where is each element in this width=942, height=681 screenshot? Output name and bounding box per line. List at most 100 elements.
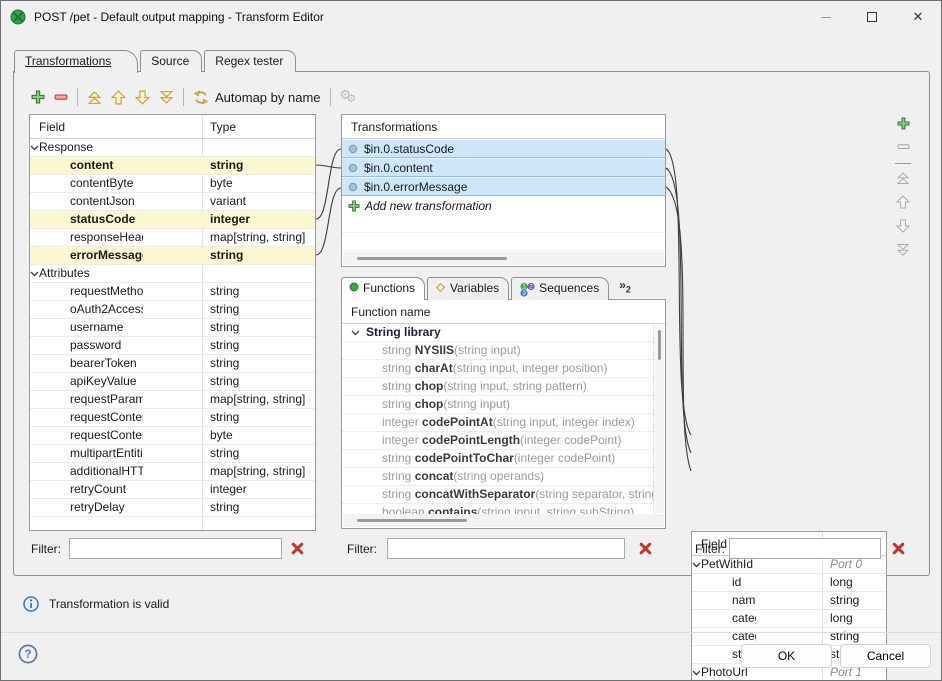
automap-button[interactable]: Automap by name <box>193 90 321 105</box>
field-row[interactable]: multipartEntitiesstring <box>30 445 315 463</box>
field-row[interactable]: requestContentBytebyte <box>30 427 315 445</box>
field-row[interactable]: requestMethodstring <box>30 283 315 301</box>
function-params: (string input, string subString) <box>477 505 634 514</box>
settings-button[interactable]: ⚙⚙ <box>340 88 360 106</box>
field-row[interactable]: retryCountinteger <box>30 481 315 499</box>
tab-functions[interactable]: Functions <box>341 277 425 300</box>
field-type: long <box>830 575 853 589</box>
field-group-row[interactable]: Attributes <box>30 265 315 283</box>
field-row[interactable]: contentJsonvariant <box>30 193 315 211</box>
field-row[interactable]: contentBytebyte <box>30 175 315 193</box>
add-new-transformation[interactable]: Add new transformation <box>342 196 665 215</box>
function-row[interactable]: boolean contains(string input, string su… <box>342 504 653 514</box>
function-row[interactable]: integer codePointAt(string input, intege… <box>342 414 653 432</box>
function-row[interactable]: string chop(string input, string pattern… <box>342 378 653 396</box>
field-name: requestContentByte <box>70 428 143 442</box>
toolbar-separator <box>77 88 78 106</box>
ok-button[interactable]: OK <box>741 644 832 668</box>
chevron-down-icon[interactable] <box>351 324 360 341</box>
move-down-button[interactable] <box>135 90 150 105</box>
cancel-button[interactable]: Cancel <box>840 644 931 668</box>
scrollbar-thumb[interactable] <box>658 330 661 360</box>
transformation-row[interactable]: $in.0.statusCode <box>342 139 665 158</box>
add-icon <box>31 90 45 104</box>
field-row[interactable]: usernamestring <box>30 319 315 337</box>
help-button[interactable]: ? <box>18 644 38 667</box>
clear-filter-icon[interactable] <box>638 541 653 556</box>
field-name: additionalHTTPHeaders <box>70 464 143 478</box>
move-up-button[interactable] <box>111 90 126 105</box>
toolbar-separator <box>895 163 911 164</box>
chevron-down-icon[interactable] <box>692 665 701 679</box>
maximize-button[interactable] <box>849 1 895 33</box>
remove-field-button[interactable] <box>897 140 910 156</box>
field-row[interactable]: idlong <box>692 574 886 592</box>
clear-filter-icon[interactable] <box>290 541 305 556</box>
field-type: string <box>210 338 239 352</box>
field-group-row[interactable]: Response <box>30 139 315 157</box>
chevron-down-icon[interactable] <box>30 266 39 280</box>
move-down-button[interactable] <box>896 219 910 236</box>
field-row[interactable]: additionalHTTPHeadersmap[string, string] <box>30 463 315 481</box>
clear-filter-icon[interactable] <box>891 541 906 556</box>
move-up-button[interactable] <box>896 195 910 212</box>
field-row[interactable]: statusCodeinteger <box>30 211 315 229</box>
scrollbar-thumb[interactable] <box>357 519 467 522</box>
tab-variables[interactable]: Variables <box>427 277 509 300</box>
field-row[interactable]: retryDelaystring <box>30 499 315 517</box>
field-type: variant <box>210 194 246 208</box>
function-row[interactable]: string chop(string input) <box>342 396 653 414</box>
tab-transformations[interactable]: Transformations <box>14 50 138 73</box>
automap-icon <box>193 90 209 105</box>
minimize-button[interactable] <box>803 1 849 33</box>
remove-transformation-button[interactable] <box>54 90 68 104</box>
transformations-filter-input[interactable] <box>387 538 625 559</box>
scrollbar-thumb[interactable] <box>357 257 507 260</box>
horizontal-scrollbar[interactable] <box>343 252 664 265</box>
field-row[interactable]: apiKeyValuestring <box>30 373 315 391</box>
function-row[interactable]: string codePointToChar(integer codePoint… <box>342 450 653 468</box>
left-filter-input[interactable] <box>69 538 282 559</box>
move-bottom-button[interactable] <box>896 243 910 260</box>
transformation-row[interactable]: $in.0.content <box>342 158 665 177</box>
field-row[interactable]: passwordstring <box>30 337 315 355</box>
chevron-down-icon[interactable] <box>30 140 39 154</box>
function-library-group[interactable]: String library <box>342 324 653 342</box>
table-header: Field Type <box>30 115 315 139</box>
function-row[interactable]: string concat(string operands) <box>342 468 653 486</box>
tab-sequences[interactable]: 1 2 3 Sequences <box>511 277 609 300</box>
close-button[interactable]: ✕ <box>895 1 941 33</box>
function-row[interactable]: string concatWithSeparator(string separa… <box>342 486 653 504</box>
transformation-row[interactable]: $in.0.errorMessage <box>342 177 665 196</box>
function-row[interactable]: string NYSIIS(string input) <box>342 342 653 360</box>
chevron-down-icon[interactable] <box>692 557 701 571</box>
tab-source[interactable]: Source <box>140 50 202 72</box>
add-transformation-button[interactable] <box>31 90 45 104</box>
field-row[interactable]: requestParametersmap[string, string] <box>30 391 315 409</box>
field-row[interactable]: bearerTokenstring <box>30 355 315 373</box>
field-row[interactable]: namestring <box>692 592 886 610</box>
field-row[interactable]: requestContentstring <box>30 409 315 427</box>
field-row[interactable]: oAuth2AccessTokenstring <box>30 301 315 319</box>
right-filter-input[interactable] <box>729 538 881 559</box>
field-row[interactable]: responseHeadersmap[string, string] <box>30 229 315 247</box>
field-row[interactable]: errorMessagestring <box>30 247 315 265</box>
vertical-scrollbar[interactable] <box>653 325 664 513</box>
tab-overflow-chevron[interactable]: »2 <box>611 277 637 300</box>
move-top-button[interactable] <box>87 90 102 105</box>
move-top-button[interactable] <box>896 171 910 188</box>
field-type: byte <box>210 176 233 190</box>
field-row[interactable]: categoryIdlong <box>692 610 886 628</box>
add-field-button[interactable] <box>897 117 910 133</box>
function-params: (integer codePoint) <box>520 433 621 447</box>
function-row[interactable]: string charAt(string input, integer posi… <box>342 360 653 378</box>
horizontal-scrollbar[interactable] <box>343 514 664 527</box>
svg-text:?: ? <box>24 649 31 661</box>
transformation-expression: $in.0.content <box>364 159 433 177</box>
transformation-expression: $in.0.statusCode <box>364 140 454 158</box>
field-row[interactable]: contentstring <box>30 157 315 175</box>
move-bottom-button[interactable] <box>159 90 174 105</box>
tab-regex-tester[interactable]: Regex tester <box>204 50 296 72</box>
function-row[interactable]: integer codePointLength(integer codePoin… <box>342 432 653 450</box>
move-bottom-icon <box>896 243 910 257</box>
